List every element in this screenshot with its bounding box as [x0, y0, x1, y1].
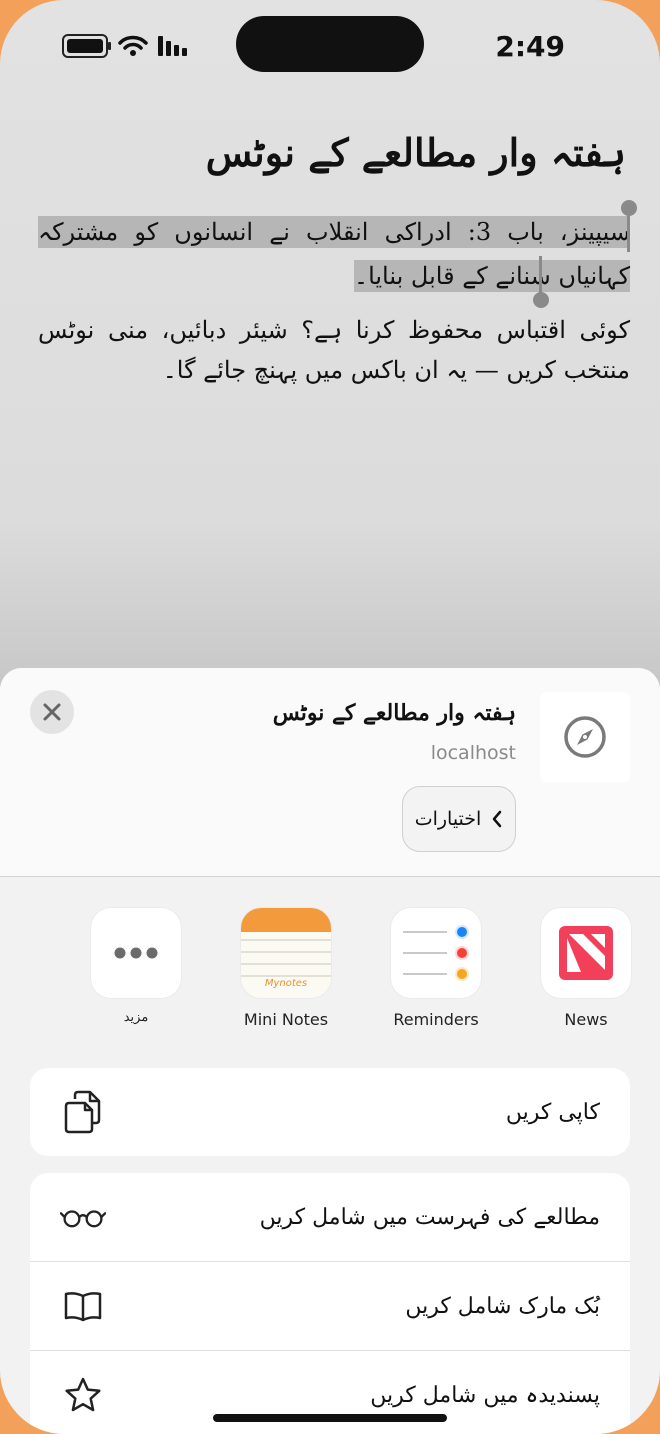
action-add-bookmark[interactable]: بُک مارک شامل کریں [30, 1261, 630, 1350]
more-icon [91, 908, 181, 998]
star-icon [60, 1373, 106, 1417]
share-app-reminders[interactable]: Reminders [361, 908, 511, 1029]
phone: 2:49 ہفتہ وار مطالعے کے نوٹس سیپینز، باب… [0, 0, 660, 1434]
action-label: مطالعے کی فہرست میں شامل کریں [259, 1204, 600, 1230]
share-app-news[interactable]: News [511, 908, 660, 1029]
app-label: Mini Notes [243, 1010, 329, 1029]
notes-icon: Mynotes [241, 908, 331, 998]
selection-handle-start-line [627, 210, 630, 252]
close-icon [43, 703, 61, 721]
selection-handle-end-line [539, 256, 542, 296]
action-label: پسندیدہ میں شامل کریں [370, 1382, 600, 1408]
action-card-secondary: مطالعے کی فہرست میں شامل کریں بُک مارک ش… [30, 1173, 630, 1434]
dynamic-island [236, 16, 424, 72]
news-icon [541, 908, 631, 998]
chevron-left-icon [493, 810, 502, 828]
action-card-primary: کاپی کریں [30, 1068, 630, 1156]
signal-icon [158, 36, 187, 56]
page-preview-thumbnail [540, 692, 630, 782]
notes-icon-wordmark: Mynotes [264, 978, 308, 989]
share-title: ہفتہ وار مطالعے کے نوٹس [272, 700, 516, 726]
action-add-reading-list[interactable]: مطالعے کی فہرست میں شامل کریں [30, 1173, 630, 1261]
status-icons [62, 34, 187, 58]
action-label: کاپی کریں [505, 1099, 600, 1125]
app-label: مزید [123, 1010, 149, 1025]
wifi-icon [118, 35, 148, 56]
copy-icon [60, 1090, 106, 1134]
share-sheet-header: ہفتہ وار مطالعے کے نوٹس localhost اختیار… [0, 668, 660, 877]
status-time: 2:49 [495, 30, 565, 63]
action-copy[interactable]: کاپی کریں [30, 1068, 630, 1156]
document-title: ہفتہ وار مطالعے کے نوٹس [205, 130, 626, 175]
share-sheet: ہفتہ وار مطالعے کے نوٹس localhost اختیار… [0, 668, 660, 1434]
reminders-icon [391, 908, 481, 998]
share-host: localhost [430, 742, 516, 764]
book-icon [60, 1284, 106, 1328]
app-label: Reminders [393, 1010, 479, 1029]
share-app-row: News Reminders Mynotes Mini Notes مزید [0, 908, 660, 1038]
app-label: News [564, 1010, 608, 1029]
options-button[interactable]: اختیارات [402, 786, 516, 852]
compass-icon [564, 716, 606, 758]
document-paragraph: کوئی اقتباس محفوظ کرنا ہے؟ شیئر دبائیں، … [38, 316, 630, 384]
screen: 2:49 ہفتہ وار مطالعے کے نوٹس سیپینز، باب… [0, 0, 660, 1434]
share-app-mini-notes[interactable]: Mynotes Mini Notes [211, 908, 361, 1029]
selection-handle-start[interactable] [621, 200, 637, 216]
home-indicator[interactable] [213, 1414, 447, 1422]
action-label: بُک مارک شامل کریں [405, 1293, 600, 1319]
share-app-more[interactable]: مزید [61, 908, 211, 1025]
options-label: اختیارات [414, 808, 482, 830]
battery-icon [62, 34, 111, 58]
selection-handle-end[interactable] [533, 292, 549, 308]
close-button[interactable] [30, 690, 74, 734]
glasses-icon [60, 1195, 106, 1239]
